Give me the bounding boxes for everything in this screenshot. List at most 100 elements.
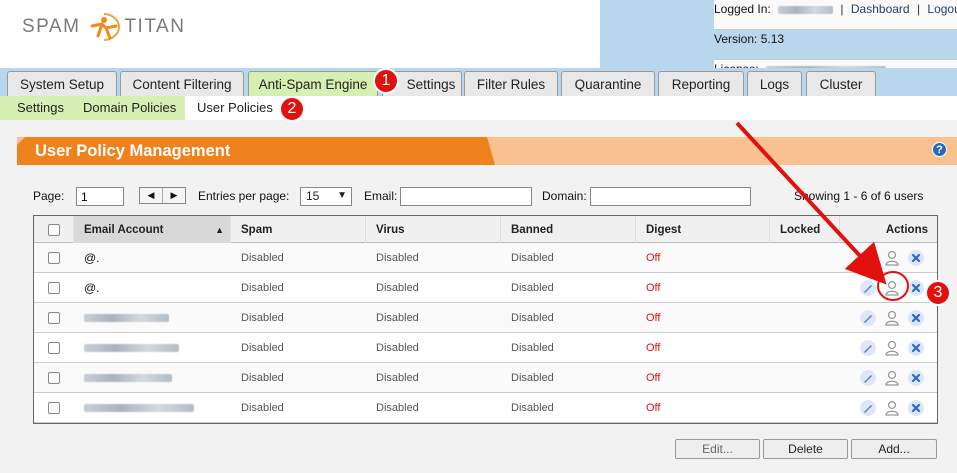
cell-spam: Disabled (241, 342, 284, 354)
delete-x-icon[interactable] (907, 309, 925, 327)
user-profile-icon[interactable] (883, 249, 901, 267)
col-digest[interactable]: Digest (636, 216, 770, 243)
tab-system-setup[interactable]: System Setup (7, 71, 117, 96)
annotation-badge-2: 2 (279, 96, 305, 122)
tab-quarantine[interactable]: Quarantine (561, 71, 655, 96)
delete-x-icon[interactable] (907, 399, 925, 417)
entries-value: 15 (306, 189, 320, 203)
domain-label: Domain: (542, 189, 587, 203)
row-select-cell (34, 393, 74, 423)
table-row[interactable]: Disabled Disabled Disabled Off (34, 363, 937, 393)
logo-text-spam: SPAM (22, 16, 81, 37)
row-checkbox[interactable] (48, 312, 60, 324)
tab-filter-rules[interactable]: Filter Rules (464, 71, 558, 96)
table-row[interactable]: Disabled Disabled Disabled Off (34, 333, 937, 363)
logo-figure-icon (90, 13, 121, 41)
tab-reporting[interactable]: Reporting (658, 71, 744, 96)
col-locked[interactable]: Locked (770, 216, 840, 243)
row-checkbox[interactable] (48, 282, 60, 294)
cell-digest: Off (646, 252, 661, 264)
edit-pencil-icon[interactable] (859, 309, 877, 327)
add-button[interactable]: Add... (851, 439, 937, 459)
email-redacted (84, 314, 169, 322)
user-profile-icon[interactable] (883, 279, 901, 297)
row-select-cell (34, 243, 74, 273)
cell-email (74, 393, 231, 423)
cell-virus: Disabled (376, 402, 419, 414)
logged-in-user-redacted (778, 5, 834, 14)
domain-filter-input[interactable] (590, 187, 751, 206)
row-checkbox[interactable] (48, 342, 60, 354)
row-select-cell (34, 273, 74, 303)
annotation-badge-3: 3 (925, 280, 951, 306)
subtab-user-policies[interactable]: User Policies (197, 100, 273, 115)
email-label: Email: (364, 189, 398, 203)
delete-x-icon[interactable] (907, 339, 925, 357)
table-row[interactable]: Disabled Disabled Disabled Off (34, 393, 937, 423)
cell-digest: Off (646, 312, 661, 324)
row-checkbox[interactable] (48, 402, 60, 414)
panel-title: User Policy Management (35, 142, 231, 160)
row-select-cell (34, 303, 74, 333)
help-icon[interactable]: ? (932, 142, 947, 157)
edit-pencil-icon[interactable] (859, 399, 877, 417)
page-input[interactable] (76, 187, 124, 206)
edit-pencil-icon[interactable] (859, 339, 877, 357)
cell-email: @. (84, 281, 100, 295)
edit-button[interactable]: Edit... (675, 439, 760, 459)
version-value: 5.13 (760, 32, 785, 46)
entries-per-page-select[interactable]: 15 ▼ (300, 187, 352, 206)
row-checkbox[interactable] (48, 252, 60, 264)
next-page-icon[interactable]: ▶ (163, 188, 185, 203)
delete-button[interactable]: Delete (763, 439, 848, 459)
row-select-cell (34, 363, 74, 393)
table-row[interactable]: Disabled Disabled Disabled Off (34, 303, 937, 333)
col-spam[interactable]: Spam (231, 216, 366, 243)
subtab-domain-policies[interactable]: Domain Policies (83, 100, 176, 115)
edit-pencil-icon[interactable] (859, 249, 877, 267)
user-profile-icon[interactable] (883, 309, 901, 327)
edit-pencil-icon[interactable] (859, 279, 877, 297)
delete-x-icon[interactable] (907, 249, 925, 267)
row-checkbox[interactable] (48, 372, 60, 384)
tab-cluster[interactable]: Cluster (806, 71, 876, 96)
email-filter-input[interactable] (400, 187, 532, 206)
cell-digest: Off (646, 402, 661, 414)
cell-virus: Disabled (376, 312, 419, 324)
tab-content-filtering[interactable]: Content Filtering (120, 71, 244, 96)
cell-banned: Disabled (511, 282, 554, 294)
cell-digest: Off (646, 372, 661, 384)
col-email-account[interactable]: Email Account ▲ (74, 216, 231, 243)
table-row[interactable]: @. Disabled Disabled Disabled Off (34, 243, 937, 273)
cell-banned: Disabled (511, 252, 554, 264)
prev-page-icon[interactable]: ◀ (140, 188, 163, 203)
row-select-cell (34, 333, 74, 363)
edit-pencil-icon[interactable] (859, 369, 877, 387)
user-profile-icon[interactable] (883, 399, 901, 417)
user-profile-icon[interactable] (883, 369, 901, 387)
tab-logs[interactable]: Logs (747, 71, 802, 96)
col-email-account-label: Email Account (84, 223, 164, 236)
user-profile-icon[interactable] (883, 339, 901, 357)
col-banned[interactable]: Banned (501, 216, 636, 243)
logout-link[interactable]: Logout (927, 2, 957, 16)
cell-locked (770, 273, 840, 303)
email-redacted (84, 374, 172, 382)
subtab-settings[interactable]: Settings (17, 100, 64, 115)
dashboard-link[interactable]: Dashboard (851, 2, 910, 16)
cell-spam: Disabled (241, 372, 284, 384)
version-label: Version: (714, 32, 758, 46)
delete-x-icon[interactable] (907, 279, 925, 297)
cell-spam: Disabled (241, 402, 284, 414)
cell-email (74, 303, 231, 333)
select-all-checkbox[interactable] (47, 223, 60, 236)
cell-virus: Disabled (376, 372, 419, 384)
table-row[interactable]: @. Disabled Disabled Disabled Off (34, 273, 937, 303)
col-virus[interactable]: Virus (366, 216, 501, 243)
annotation-badge-1: 1 (373, 68, 399, 94)
tab-anti-spam-engine[interactable]: Anti-Spam Engine (248, 71, 378, 97)
cell-virus: Disabled (376, 282, 419, 294)
delete-x-icon[interactable] (907, 369, 925, 387)
sub-tab-bar: Settings Domain Policies User Policies (0, 96, 957, 120)
cell-locked (770, 303, 840, 333)
